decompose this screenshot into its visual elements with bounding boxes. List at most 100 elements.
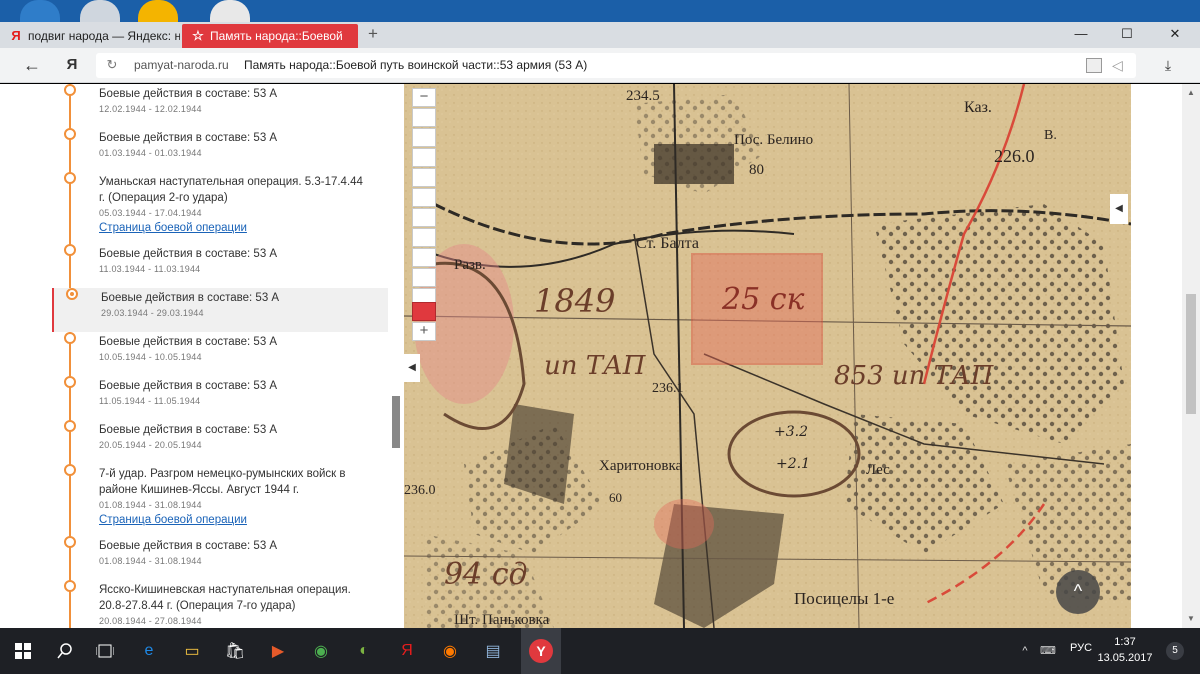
timeline-entry[interactable]: Боевые действия в составе: 53 А 01.08.194… xyxy=(52,536,388,580)
yandex-search-icon: Я xyxy=(11,28,21,43)
timeline-entry[interactable]: 7-й удар. Разгром немецко-румынских войс… xyxy=(52,464,388,536)
zoom-level-step[interactable] xyxy=(412,188,436,207)
zoom-level-step[interactable] xyxy=(412,128,436,147)
map-view[interactable]: 234.5 Пос. Белино Каз. 226.0 80 Ст. Балт… xyxy=(404,84,1131,628)
search-icon[interactable] xyxy=(50,636,80,666)
timeline-entry[interactable]: Боевые действия в составе: 53 А 11.03.194… xyxy=(52,244,388,288)
zoom-level-step[interactable] xyxy=(412,148,436,167)
timeline-entry[interactable]: Боевые действия в составе: 53 А 01.03.194… xyxy=(52,128,388,172)
close-button[interactable]: ✕ xyxy=(1152,22,1198,48)
tab-label: Память народа::Боевой xyxy=(210,29,343,43)
scroll-up-icon[interactable]: ▲ xyxy=(1187,88,1195,97)
keyboard-icon[interactable]: ⌨ xyxy=(1040,644,1056,658)
map-label: ип ТАП xyxy=(544,351,647,381)
share-icon[interactable]: ◁ xyxy=(1112,56,1128,74)
timeline-dot-icon xyxy=(64,172,76,184)
collapse-panel-left-icon[interactable]: ◀ xyxy=(404,354,420,382)
desktop-icon[interactable] xyxy=(210,0,250,22)
reload-icon[interactable]: ↻ xyxy=(104,57,120,73)
zoom-level-step[interactable] xyxy=(412,108,436,127)
notifications-badge[interactable]: 5 xyxy=(1166,642,1184,660)
scrollbar-thumb[interactable] xyxy=(1186,294,1196,414)
network-app-icon[interactable]: ▤ xyxy=(478,636,508,666)
timeline-entry[interactable]: Боевые действия в составе: 53 А 12.02.194… xyxy=(52,84,388,128)
app-icon[interactable]: ◐ xyxy=(349,636,379,666)
timeline-scrollbar[interactable] xyxy=(392,396,400,448)
yandex-logo-icon[interactable]: Я xyxy=(64,56,80,74)
timeline-panel: Боевые действия в составе: 53 А 12.02.194… xyxy=(52,84,404,628)
tab-pamyat-naroda[interactable]: ☆ Память народа::Боевой xyxy=(182,24,358,48)
timeline-entry[interactable]: Боевые действия в составе: 53 А 29.03.194… xyxy=(52,288,388,332)
zoom-level-step[interactable] xyxy=(412,248,436,267)
scroll-down-icon[interactable]: ▼ xyxy=(1187,614,1195,623)
media-icon[interactable]: ▶ xyxy=(263,636,293,666)
timeline-entry-title: Уманьская наступательная операция. 5.3-1… xyxy=(99,176,363,204)
firefox-icon[interactable]: ◉ xyxy=(435,636,465,666)
bookmark-icon[interactable] xyxy=(1086,58,1102,73)
map-label: Пос. Белино xyxy=(734,132,813,148)
address-bar: ← Я ↻ pamyat-naroda.ru Память народа::Бо… xyxy=(0,48,1200,83)
timeline-entry-dates: 20.08.1944 - 27.08.1944 xyxy=(99,616,202,626)
timeline-entry[interactable]: Боевые действия в составе: 53 А 10.05.194… xyxy=(52,332,388,376)
zoom-level-step[interactable] xyxy=(412,208,436,227)
zoom-out-button[interactable]: − xyxy=(412,88,436,107)
timeline-dot-icon xyxy=(64,376,76,388)
zoom-level-step[interactable] xyxy=(412,168,436,187)
tab-label: подвиг народа — Яндекс: н xyxy=(28,29,180,43)
yandex-icon[interactable]: Я xyxy=(392,636,422,666)
timeline-entry-title: Боевые действия в составе: 53 А xyxy=(99,424,278,436)
plus-icon[interactable]: + xyxy=(364,25,382,43)
timeline-dot-icon xyxy=(64,464,76,476)
desktop-icon[interactable] xyxy=(20,0,60,22)
chrome-icon[interactable]: ◉ xyxy=(306,636,336,666)
task-view-icon[interactable] xyxy=(90,636,120,666)
tab-yandex-search[interactable]: Я подвиг народа — Яндекс: н xyxy=(0,24,180,48)
desktop-icon[interactable] xyxy=(138,0,178,22)
zoom-in-button[interactable]: + xyxy=(412,322,436,341)
tray-chevron-icon[interactable]: ^ xyxy=(1018,644,1032,658)
back-arrow-icon[interactable]: ← xyxy=(22,56,42,74)
timeline-entry[interactable]: Боевые действия в составе: 53 А 20.05.194… xyxy=(52,420,388,464)
download-icon[interactable]: ⤓ xyxy=(1160,57,1176,73)
timeline-entry-dates: 05.03.1944 - 17.04.1944 xyxy=(99,208,202,218)
timeline-entry[interactable]: Ясско-Кишиневская наступательная операци… xyxy=(52,580,388,626)
timeline-entry-dates: 01.03.1944 - 01.03.1944 xyxy=(99,148,202,158)
windows-start-icon[interactable] xyxy=(8,636,38,666)
store-icon[interactable]: 🛍 xyxy=(220,636,250,666)
scroll-to-top-button[interactable]: ^ xyxy=(1056,570,1100,614)
timeline-dot-icon xyxy=(64,536,76,548)
zoom-level-current[interactable] xyxy=(412,302,436,321)
zoom-level-step[interactable] xyxy=(412,228,436,247)
maximize-button[interactable]: ☐ xyxy=(1104,22,1150,48)
url-domain: pamyat-naroda.ru xyxy=(134,58,229,72)
timeline-entry-dates: 29.03.1944 - 29.03.1944 xyxy=(101,308,204,318)
map-label: 1849 xyxy=(534,282,615,320)
timeline-dot-icon xyxy=(64,332,76,344)
yandex-browser-icon[interactable]: Y xyxy=(521,628,561,674)
map-label: 25 ск xyxy=(721,282,805,317)
page-scrollbar[interactable]: ▲ ▼ xyxy=(1182,84,1200,628)
minimize-button[interactable]: — xyxy=(1058,22,1104,48)
operation-page-link[interactable]: Страница боевой операции xyxy=(99,514,247,526)
clock[interactable]: 1:37 13.05.2017 xyxy=(1096,634,1154,666)
collapse-panel-right-icon[interactable]: ◀ xyxy=(1110,194,1128,224)
timeline-entry[interactable]: Уманьская наступательная операция. 5.3-1… xyxy=(52,172,388,244)
desktop-icon[interactable] xyxy=(80,0,120,22)
timeline-dot-icon xyxy=(64,420,76,432)
edge-icon[interactable]: e xyxy=(134,636,164,666)
map-label: 80 xyxy=(749,162,764,178)
timeline-entry-title: Боевые действия в составе: 53 А xyxy=(99,540,278,552)
timeline-dot-icon xyxy=(64,580,76,592)
clock-time: 1:37 xyxy=(1114,636,1136,648)
timeline-entry-title: Боевые действия в составе: 53 А xyxy=(99,248,278,260)
timeline-entry-dates: 11.05.1944 - 11.05.1944 xyxy=(99,396,201,406)
operation-page-link[interactable]: Страница боевой операции xyxy=(99,222,247,234)
timeline-entry[interactable]: Боевые действия в составе: 53 А 11.05.194… xyxy=(52,376,388,420)
language-indicator[interactable]: РУС xyxy=(1070,642,1092,654)
url-field[interactable]: ↻ pamyat-naroda.ru Память народа::Боевой… xyxy=(96,53,1136,78)
timeline-entry-dates: 10.05.1944 - 10.05.1944 xyxy=(99,352,202,362)
map-label: 60 xyxy=(609,490,622,505)
zoom-level-step[interactable] xyxy=(412,268,436,287)
map-label: +3.2 xyxy=(774,424,808,440)
explorer-icon[interactable]: ▭ xyxy=(177,636,207,666)
